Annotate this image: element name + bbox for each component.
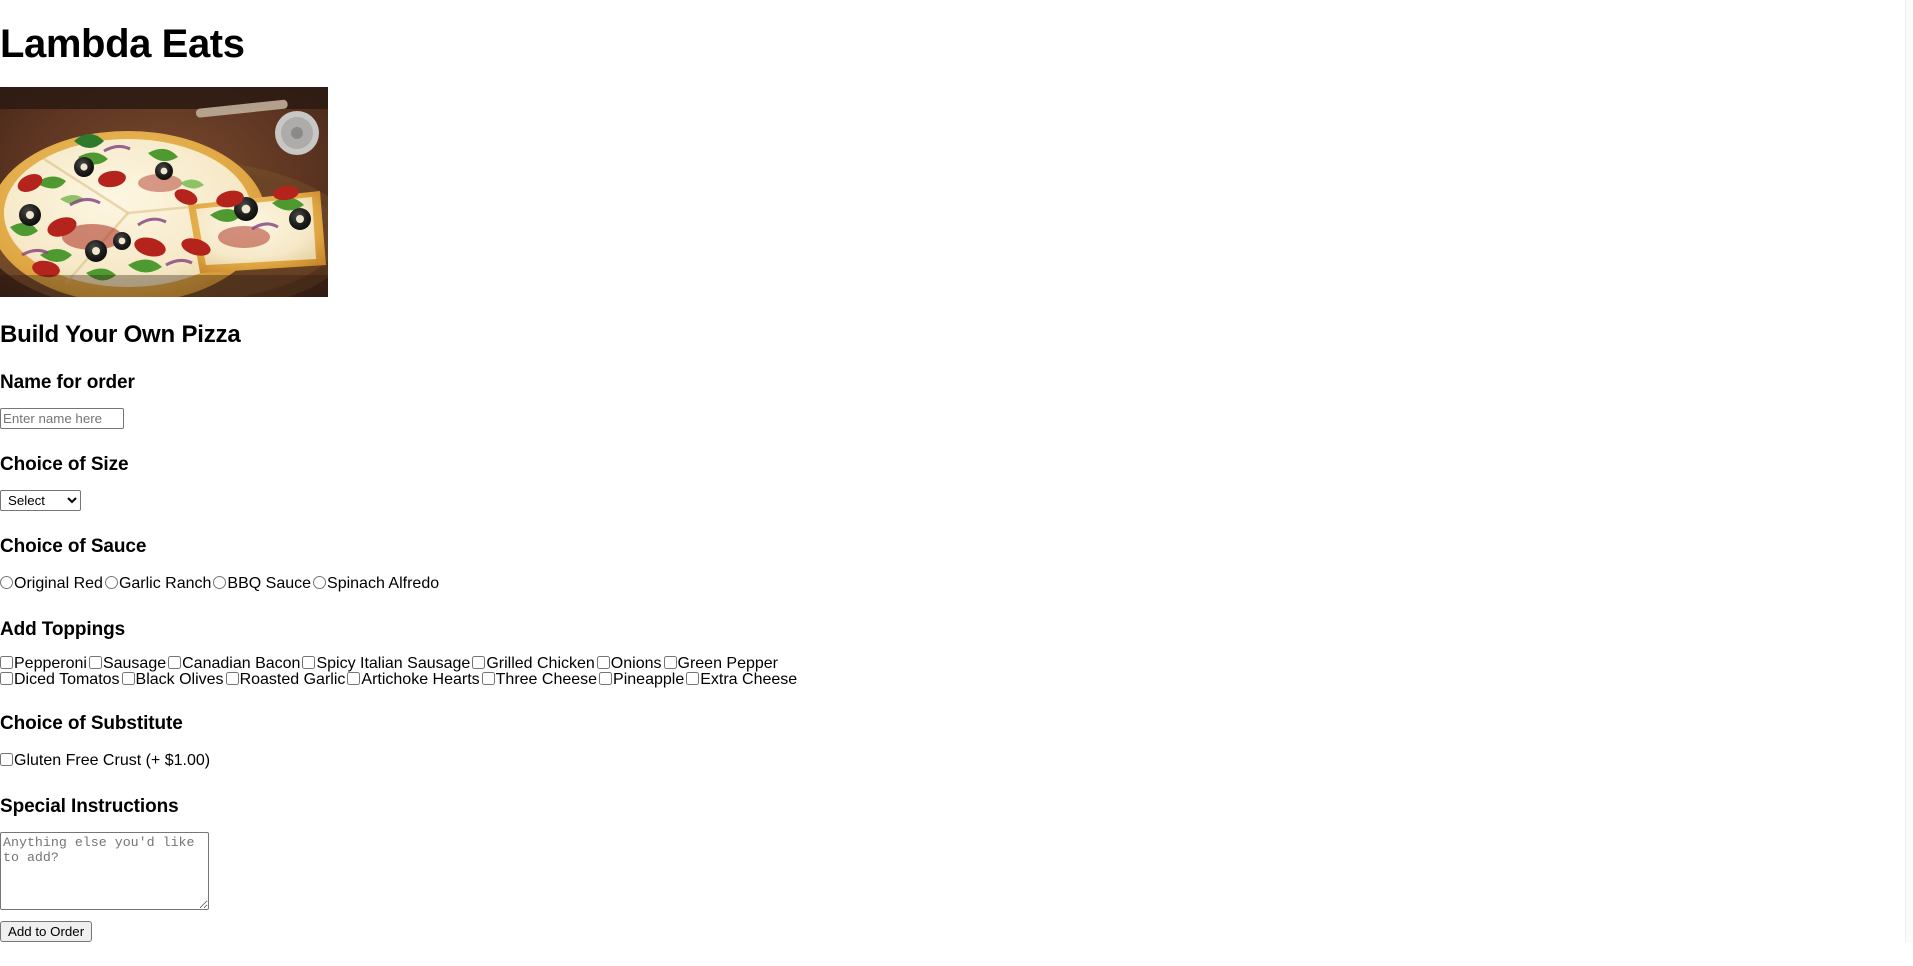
substitute-option-gluten-free-crust-1-00-input[interactable] <box>0 753 13 766</box>
topping-option-pineapple-label: Pineapple <box>613 671 685 688</box>
topping-option-grilled-chicken-input[interactable] <box>472 656 486 669</box>
topping-option-roasted-garlic-input[interactable] <box>225 672 239 685</box>
topping-option-pepperoni[interactable]: Pepperoni <box>0 655 87 672</box>
topping-option-sausage[interactable]: Sausage <box>88 655 167 672</box>
page-root: Lambda Eats Build Your Own Pizza Name fo… <box>0 24 1913 942</box>
pizza-hero-image <box>0 87 328 297</box>
topping-option-green-pepper[interactable]: Green Pepper <box>663 655 779 672</box>
topping-option-spicy-italian-sausage-input[interactable] <box>302 656 316 669</box>
sauce-option-spinach-alfredo-label: Spinach Alfredo <box>327 575 440 592</box>
sauce-option-original-red-label: Original Red <box>14 575 103 592</box>
topping-option-diced-tomatos[interactable]: Diced Tomatos <box>0 671 120 688</box>
topping-option-diced-tomatos-input[interactable] <box>0 672 13 685</box>
topping-option-canadian-bacon-input[interactable] <box>168 656 182 669</box>
sauce-radio-group: Original Red Garlic Ranch BBQ Sauce Spinach… <box>0 573 1913 594</box>
topping-option-sausage-label: Sausage <box>102 655 167 672</box>
topping-option-black-olives-input[interactable] <box>121 672 135 685</box>
topping-option-green-pepper-label: Green Pepper <box>677 655 779 672</box>
substitute-field-label: Choice of Substitute <box>0 713 183 734</box>
toppings-row-1: Pepperoni Sausage Canadian Bacon Spicy Ital… <box>0 656 1913 672</box>
topping-option-spicy-italian-sausage[interactable]: Spicy Italian Sausage <box>302 655 470 672</box>
name-field-label: Name for order <box>0 372 135 393</box>
topping-option-artichoke-hearts[interactable]: Artichoke Hearts <box>347 671 480 688</box>
size-select[interactable]: SelectSmallMediumLargeExtra Large <box>0 490 81 511</box>
sauce-option-bbq-sauce-label: BBQ Sauce <box>227 575 312 592</box>
submit-row: Add to Order <box>0 921 1913 942</box>
size-field-row: SelectSmallMediumLargeExtra Large <box>0 490 1913 511</box>
topping-option-extra-cheese-input[interactable] <box>686 672 700 685</box>
topping-option-three-cheese[interactable]: Three Cheese <box>481 671 598 688</box>
topping-option-onions-input[interactable] <box>596 656 610 669</box>
topping-option-artichoke-hearts-label: Artichoke Hearts <box>361 671 480 688</box>
topping-option-roasted-garlic-label: Roasted Garlic <box>239 671 346 688</box>
name-field-row <box>0 408 1913 429</box>
topping-option-onions-label: Onions <box>610 655 662 672</box>
toppings-checkbox-group: Pepperoni Sausage Canadian Bacon Spicy Ital… <box>0 656 1913 688</box>
special-instructions-textarea[interactable] <box>0 832 209 910</box>
topping-option-pepperoni-input[interactable] <box>0 656 13 669</box>
topping-option-canadian-bacon[interactable]: Canadian Bacon <box>168 655 300 672</box>
sauce-option-spinach-alfredo[interactable]: Spinach Alfredo <box>313 575 439 592</box>
toppings-field-label: Add Toppings <box>0 619 126 640</box>
page-scrollbar[interactable] <box>1905 0 1913 942</box>
pizza-order-form: Name for order Choice of Size SelectSmal… <box>0 373 1913 942</box>
topping-option-sausage-input[interactable] <box>88 656 102 669</box>
sauce-option-spinach-alfredo-input[interactable] <box>313 576 327 589</box>
topping-option-grilled-chicken-label: Grilled Chicken <box>486 655 595 672</box>
toppings-row-2: Diced Tomatos Black Olives Roasted Garlic A… <box>0 672 1913 688</box>
topping-option-three-cheese-input[interactable] <box>481 672 495 685</box>
topping-option-onions[interactable]: Onions <box>596 655 662 672</box>
sauce-option-garlic-ranch-label: Garlic Ranch <box>118 575 212 592</box>
add-to-order-button[interactable]: Add to Order <box>0 921 93 942</box>
topping-option-diced-tomatos-label: Diced Tomatos <box>14 671 120 688</box>
topping-option-spicy-italian-sausage-label: Spicy Italian Sausage <box>316 655 471 672</box>
topping-option-three-cheese-label: Three Cheese <box>495 671 598 688</box>
form-heading: Build Your Own Pizza <box>0 321 241 348</box>
topping-option-black-olives[interactable]: Black Olives <box>121 671 224 688</box>
sauce-option-garlic-ranch-input[interactable] <box>104 576 118 589</box>
topping-option-pepperoni-label: Pepperoni <box>14 655 87 672</box>
sauce-option-original-red[interactable]: Original Red <box>0 575 103 592</box>
topping-option-artichoke-hearts-input[interactable] <box>347 672 361 685</box>
topping-option-green-pepper-input[interactable] <box>663 656 677 669</box>
instructions-field-row <box>0 832 1913 910</box>
sauce-option-garlic-ranch[interactable]: Garlic Ranch <box>104 575 212 592</box>
substitute-option-gluten-free-crust-1-00[interactable]: Gluten Free Crust (+ $1.00) <box>0 752 210 769</box>
pizza-image-icon <box>0 87 328 297</box>
topping-option-roasted-garlic[interactable]: Roasted Garlic <box>225 671 346 688</box>
sauce-option-bbq-sauce-input[interactable] <box>213 576 227 589</box>
topping-option-pineapple[interactable]: Pineapple <box>599 671 684 688</box>
size-field-label: Choice of Size <box>0 454 129 475</box>
name-input[interactable] <box>0 408 124 429</box>
substitute-option-gluten-free-crust-1-00-label: Gluten Free Crust (+ $1.00) <box>14 752 211 769</box>
topping-option-extra-cheese-label: Extra Cheese <box>700 671 798 688</box>
topping-option-pineapple-input[interactable] <box>599 672 613 685</box>
page-title: Lambda Eats <box>0 22 245 66</box>
substitute-checkbox-group: Gluten Free Crust (+ $1.00) <box>0 750 1913 771</box>
topping-option-extra-cheese[interactable]: Extra Cheese <box>686 671 797 688</box>
sauce-field-label: Choice of Sauce <box>0 536 147 557</box>
instructions-field-label: Special Instructions <box>0 796 179 817</box>
topping-option-black-olives-label: Black Olives <box>135 671 224 688</box>
topping-option-grilled-chicken[interactable]: Grilled Chicken <box>472 655 595 672</box>
sauce-option-bbq-sauce[interactable]: BBQ Sauce <box>213 575 311 592</box>
sauce-option-original-red-input[interactable] <box>0 576 13 589</box>
topping-option-canadian-bacon-label: Canadian Bacon <box>182 655 301 672</box>
